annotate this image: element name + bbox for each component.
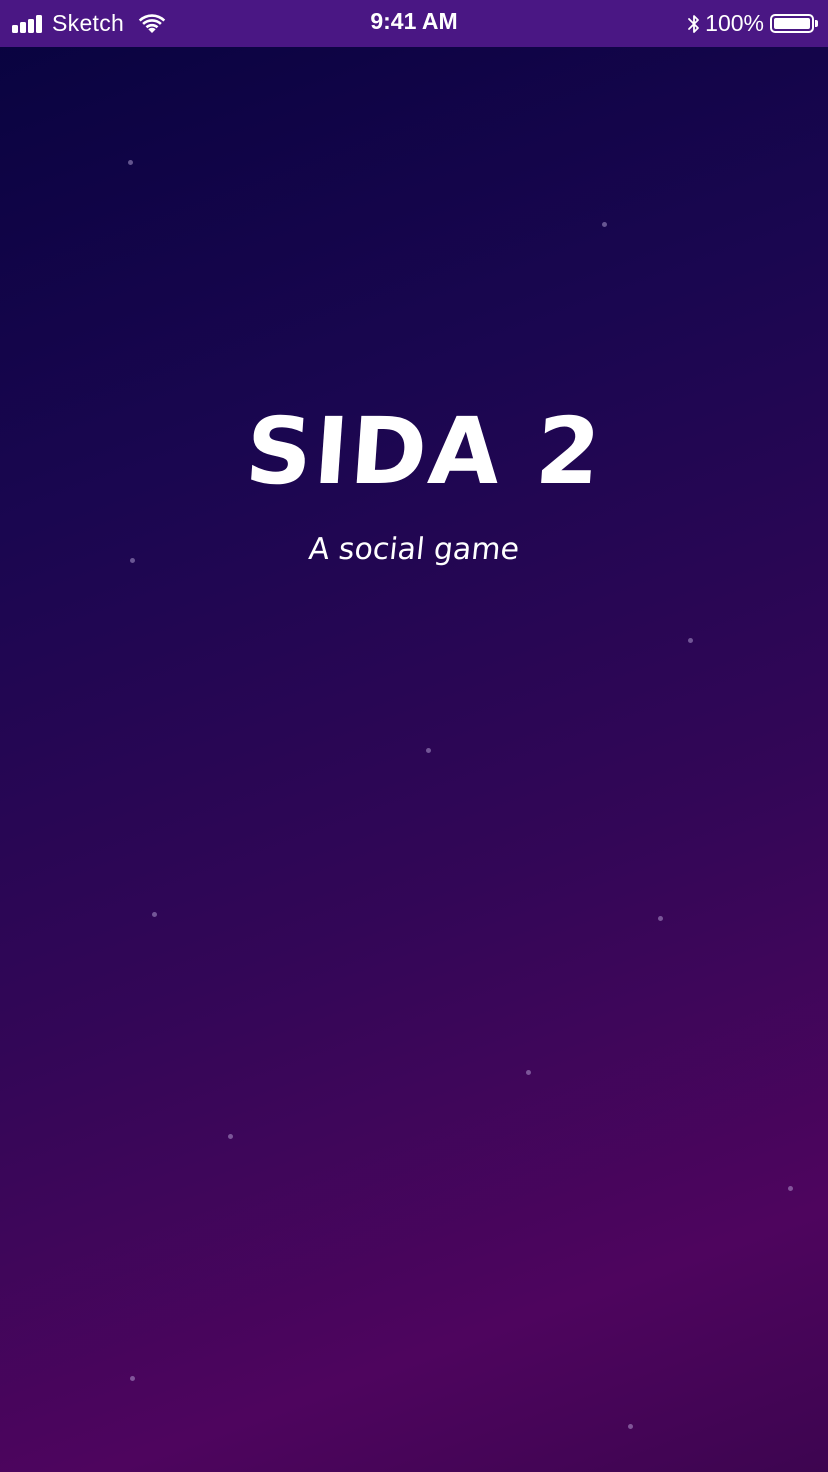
background-star (658, 916, 663, 921)
battery-level-fill (774, 18, 810, 29)
battery-icon (770, 14, 814, 33)
battery-percentage: 100% (705, 10, 764, 36)
splash-screen: Sketch 9:41 AM 100% SIDA 2 A social game (0, 0, 828, 1472)
background-star (602, 222, 607, 227)
background-star (128, 160, 133, 165)
background-star (152, 912, 157, 917)
background-star (628, 1424, 633, 1429)
status-bar: Sketch 9:41 AM 100% (0, 0, 828, 47)
status-bar-right: 100% (687, 0, 818, 47)
bluetooth-icon (688, 14, 700, 33)
background-star (788, 1186, 793, 1191)
background-star (426, 748, 431, 753)
background-star (130, 1376, 135, 1381)
background-star (526, 1070, 531, 1075)
app-subtitle: A social game (307, 532, 521, 567)
app-title: SIDA 2 (242, 398, 606, 505)
battery-tip (815, 20, 818, 27)
background-star (688, 638, 693, 643)
background-star (228, 1134, 233, 1139)
